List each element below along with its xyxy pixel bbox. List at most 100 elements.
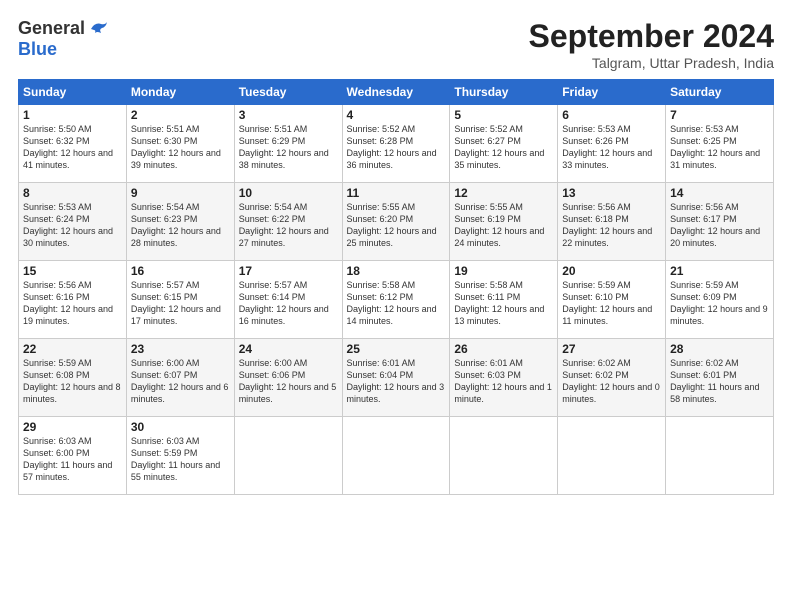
day-number: 6 [562, 108, 661, 122]
sunset-text: Sunset: 6:02 PM [562, 370, 629, 380]
day-number: 22 [23, 342, 122, 356]
day-info: Sunrise: 6:01 AMSunset: 6:03 PMDaylight:… [454, 357, 553, 406]
sunrise-text: Sunrise: 5:51 AM [131, 124, 200, 134]
table-row: 8Sunrise: 5:53 AMSunset: 6:24 PMDaylight… [19, 183, 127, 261]
daylight-text: Daylight: 12 hours and 30 minutes. [23, 226, 113, 248]
table-row: 25Sunrise: 6:01 AMSunset: 6:04 PMDayligh… [342, 339, 450, 417]
table-row: 15Sunrise: 5:56 AMSunset: 6:16 PMDayligh… [19, 261, 127, 339]
day-info: Sunrise: 5:52 AMSunset: 6:28 PMDaylight:… [347, 123, 446, 172]
sunrise-text: Sunrise: 5:53 AM [23, 202, 92, 212]
calendar-header-row: Sunday Monday Tuesday Wednesday Thursday… [19, 80, 774, 105]
sunset-text: Sunset: 6:29 PM [239, 136, 306, 146]
daylight-text: Daylight: 11 hours and 57 minutes. [23, 460, 112, 482]
daylight-text: Daylight: 12 hours and 6 minutes. [131, 382, 229, 404]
daylight-text: Daylight: 12 hours and 36 minutes. [347, 148, 437, 170]
table-row: 5Sunrise: 5:52 AMSunset: 6:27 PMDaylight… [450, 105, 558, 183]
sunrise-text: Sunrise: 6:03 AM [23, 436, 92, 446]
sunset-text: Sunset: 6:08 PM [23, 370, 90, 380]
table-row [342, 417, 450, 495]
table-row [450, 417, 558, 495]
table-row: 2Sunrise: 5:51 AMSunset: 6:30 PMDaylight… [126, 105, 234, 183]
sunrise-text: Sunrise: 5:53 AM [562, 124, 631, 134]
sunrise-text: Sunrise: 6:03 AM [131, 436, 200, 446]
daylight-text: Daylight: 12 hours and 9 minutes. [670, 304, 768, 326]
day-number: 14 [670, 186, 769, 200]
table-row: 17Sunrise: 5:57 AMSunset: 6:14 PMDayligh… [234, 261, 342, 339]
sunset-text: Sunset: 6:30 PM [131, 136, 198, 146]
logo-blue-text: Blue [18, 39, 57, 60]
col-sunday: Sunday [19, 80, 127, 105]
sunrise-text: Sunrise: 5:55 AM [454, 202, 523, 212]
daylight-text: Daylight: 12 hours and 17 minutes. [131, 304, 221, 326]
day-number: 17 [239, 264, 338, 278]
sunset-text: Sunset: 6:00 PM [23, 448, 90, 458]
col-monday: Monday [126, 80, 234, 105]
sunset-text: Sunset: 6:19 PM [454, 214, 521, 224]
sunrise-text: Sunrise: 5:50 AM [23, 124, 92, 134]
logo: General Blue [18, 18, 109, 60]
sunset-text: Sunset: 5:59 PM [131, 448, 198, 458]
table-row: 28Sunrise: 6:02 AMSunset: 6:01 PMDayligh… [666, 339, 774, 417]
calendar-title: September 2024 [529, 18, 774, 55]
day-info: Sunrise: 5:59 AM Sunset: 6:10 PM Daylight:… [562, 279, 661, 328]
daylight-text: Daylight: 12 hours and 0 minutes. [562, 382, 660, 404]
table-row: 23Sunrise: 6:00 AMSunset: 6:07 PMDayligh… [126, 339, 234, 417]
sunrise-text: Sunrise: 5:58 AM [347, 280, 416, 290]
sunset-text: Sunset: 6:24 PM [23, 214, 90, 224]
day-number: 28 [670, 342, 769, 356]
day-info: Sunrise: 5:56 AMSunset: 6:17 PMDaylight:… [670, 201, 769, 250]
table-row: 26Sunrise: 6:01 AMSunset: 6:03 PMDayligh… [450, 339, 558, 417]
day-info: Sunrise: 5:55 AMSunset: 6:20 PMDaylight:… [347, 201, 446, 250]
day-info: Sunrise: 5:50 AMSunset: 6:32 PMDaylight:… [23, 123, 122, 172]
day-number: 9 [131, 186, 230, 200]
daylight-text: Daylight: 12 hours and 24 minutes. [454, 226, 544, 248]
col-tuesday: Tuesday [234, 80, 342, 105]
sunrise-text: Sunrise: 5:55 AM [347, 202, 416, 212]
day-number: 11 [347, 186, 446, 200]
day-number: 1 [23, 108, 122, 122]
daylight-text: Daylight: 12 hours and 8 minutes. [23, 382, 121, 404]
sunset-text: Sunset: 6:32 PM [23, 136, 90, 146]
sunset-text: Sunset: 6:07 PM [131, 370, 198, 380]
table-row: 1Sunrise: 5:50 AMSunset: 6:32 PMDaylight… [19, 105, 127, 183]
table-row: 21Sunrise: 5:59 AMSunset: 6:09 PMDayligh… [666, 261, 774, 339]
calendar-week-row: 1 Sunrise: 5:50 AM Sunset: 6:32 PM Daylight… [19, 105, 774, 183]
day-info: Sunrise: 5:56 AMSunset: 6:18 PMDaylight:… [562, 201, 661, 250]
day-info: Sunrise: 5:59 AMSunset: 6:08 PMDaylight:… [23, 357, 122, 406]
logo-general-text: General [18, 18, 85, 39]
sunrise-text: Sunrise: 5:52 AM [454, 124, 523, 134]
day-info: Sunrise: 5:51 AMSunset: 6:30 PMDaylight:… [131, 123, 230, 172]
day-info: Sunrise: 5:53 AM Sunset: 6:24 PM Daylight:… [23, 201, 122, 250]
day-info: Sunrise: 5:51 AMSunset: 6:29 PMDaylight:… [239, 123, 338, 172]
daylight-text: Daylight: 12 hours and 27 minutes. [239, 226, 329, 248]
sunset-text: Sunset: 6:10 PM [562, 292, 629, 302]
calendar-week-row: 15Sunrise: 5:56 AMSunset: 6:16 PMDayligh… [19, 261, 774, 339]
col-thursday: Thursday [450, 80, 558, 105]
table-row: 30Sunrise: 6:03 AMSunset: 5:59 PMDayligh… [126, 417, 234, 495]
calendar-week-row: 8Sunrise: 5:53 AMSunset: 6:24 PMDaylight… [19, 183, 774, 261]
col-friday: Friday [558, 80, 666, 105]
day-number: 20 [562, 264, 661, 278]
day-number: 25 [347, 342, 446, 356]
daylight-text: Daylight: 12 hours and 14 minutes. [347, 304, 437, 326]
sunrise-text: Sunrise: 5:59 AM [562, 280, 631, 290]
sunrise-text: Sunrise: 5:58 AM [454, 280, 523, 290]
day-info: Sunrise: 5:57 AMSunset: 6:14 PMDaylight:… [239, 279, 338, 328]
daylight-text: Daylight: 12 hours and 25 minutes. [347, 226, 437, 248]
sunset-text: Sunset: 6:14 PM [239, 292, 306, 302]
table-row: 3Sunrise: 5:51 AMSunset: 6:29 PMDaylight… [234, 105, 342, 183]
day-number: 27 [562, 342, 661, 356]
day-info: Sunrise: 5:56 AMSunset: 6:16 PMDaylight:… [23, 279, 122, 328]
table-row: 20 Sunrise: 5:59 AM Sunset: 6:10 PM Dayligh… [558, 261, 666, 339]
daylight-text: Daylight: 12 hours and 11 minutes. [562, 304, 652, 326]
sunrise-text: Sunrise: 6:01 AM [347, 358, 416, 368]
day-info: Sunrise: 6:02 AMSunset: 6:01 PMDaylight:… [670, 357, 769, 406]
sunrise-text: Sunrise: 5:53 AM [670, 124, 739, 134]
sunset-text: Sunset: 6:12 PM [347, 292, 414, 302]
sunset-text: Sunset: 6:25 PM [670, 136, 737, 146]
sunrise-text: Sunrise: 6:00 AM [131, 358, 200, 368]
day-info: Sunrise: 5:54 AMSunset: 6:23 PMDaylight:… [131, 201, 230, 250]
calendar-week-row: 29Sunrise: 6:03 AMSunset: 6:00 PMDayligh… [19, 417, 774, 495]
sunrise-text: Sunrise: 5:56 AM [670, 202, 739, 212]
table-row: 4Sunrise: 5:52 AMSunset: 6:28 PMDaylight… [342, 105, 450, 183]
